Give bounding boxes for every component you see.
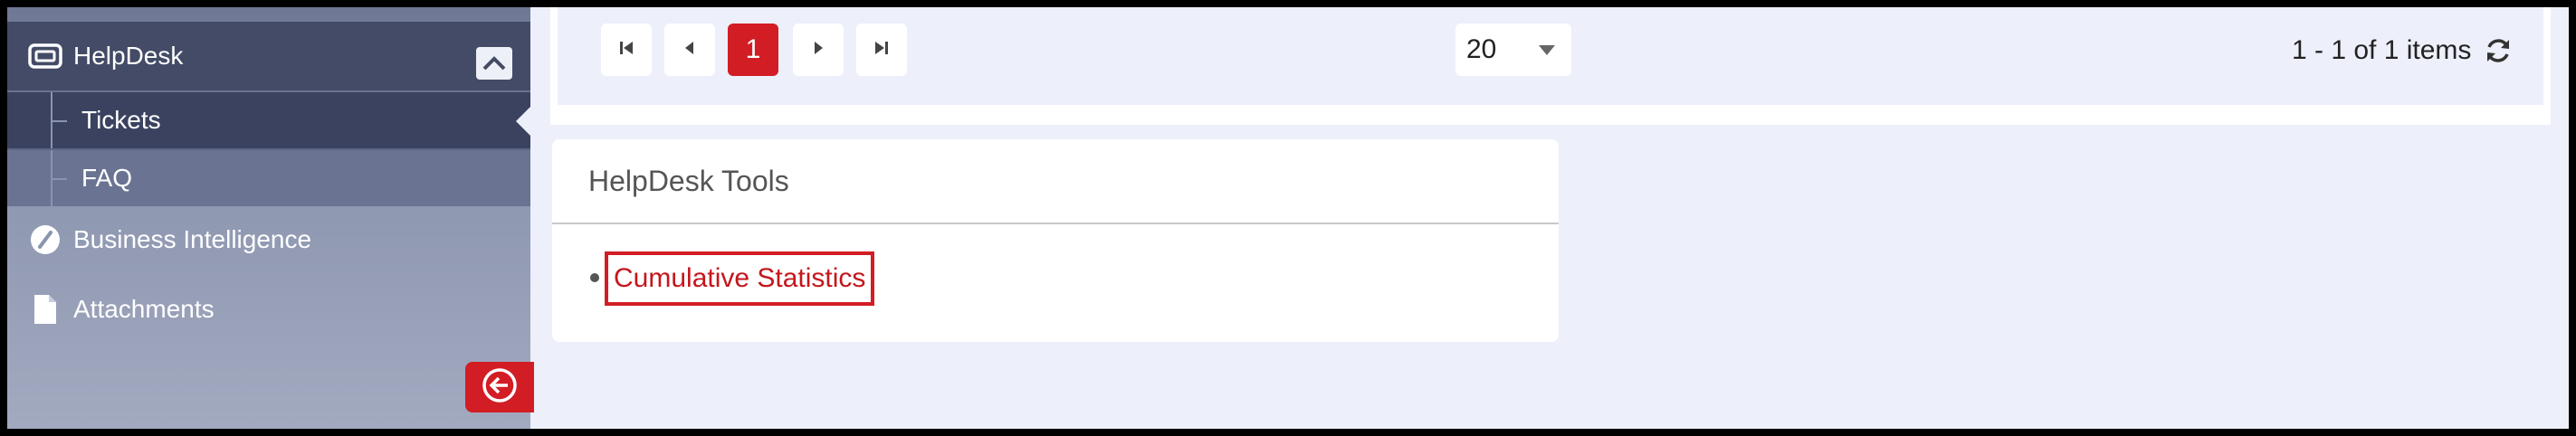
prev-page-button[interactable] [664,24,715,76]
page-size-select[interactable]: 20 [1455,24,1571,76]
sidebar-item-business-intelligence[interactable]: Business Intelligence [7,208,530,271]
last-page-icon [873,39,891,62]
list-bullet [590,273,599,282]
pager-info: 1 - 1 of 1 items [2292,35,2472,65]
sidebar-item-label: Business Intelligence [73,225,312,253]
page-number-button[interactable]: 1 [728,24,778,76]
cumulative-statistics-link[interactable]: Cumulative Statistics [605,251,875,306]
page-size-value: 20 [1466,34,1497,64]
sidebar: HelpDesk Tickets FAQ Business Intelligen… [7,7,534,429]
file-icon [27,291,63,327]
first-page-icon [617,39,635,62]
next-page-icon [809,39,827,62]
sidebar-item-helpdesk[interactable]: HelpDesk [7,22,530,92]
sidebar-item-attachments[interactable]: Attachments [7,277,530,342]
first-page-button[interactable] [601,24,652,76]
refresh-button[interactable] [2482,34,2514,67]
collapse-sidebar-button[interactable] [465,362,534,412]
chevron-down-icon [1539,45,1555,55]
prev-page-icon [681,39,699,62]
ticket-icon [27,38,63,74]
pager-bar: 1 20 1 - 1 of 1 items [558,7,2543,105]
app-frame: HelpDesk Tickets FAQ Business Intelligen… [7,7,2569,429]
divider [552,223,1559,224]
next-page-button[interactable] [793,24,844,76]
sidebar-item-faq[interactable]: FAQ [7,150,530,206]
last-page-button[interactable] [856,24,907,76]
arrow-left-circle-icon [482,367,518,408]
tree-connector [51,150,69,206]
active-indicator [516,107,530,136]
sidebar-item-label: HelpDesk [73,42,184,70]
sidebar-item-tickets[interactable]: Tickets [7,92,530,150]
gauge-icon [27,222,63,258]
grid-pager: 1 20 1 - 1 of 1 items [550,7,2551,125]
panel-title: HelpDesk Tools [588,165,789,197]
sidebar-item-label: Tickets [81,106,161,134]
chevron-up-icon[interactable] [476,47,512,80]
tree-connector [51,92,69,148]
sidebar-item-label: Attachments [73,295,215,323]
helpdesk-tools-panel: HelpDesk Tools Cumulative Statistics [552,139,1559,342]
sidebar-item-label: FAQ [81,164,133,192]
refresh-icon [2482,39,2514,71]
